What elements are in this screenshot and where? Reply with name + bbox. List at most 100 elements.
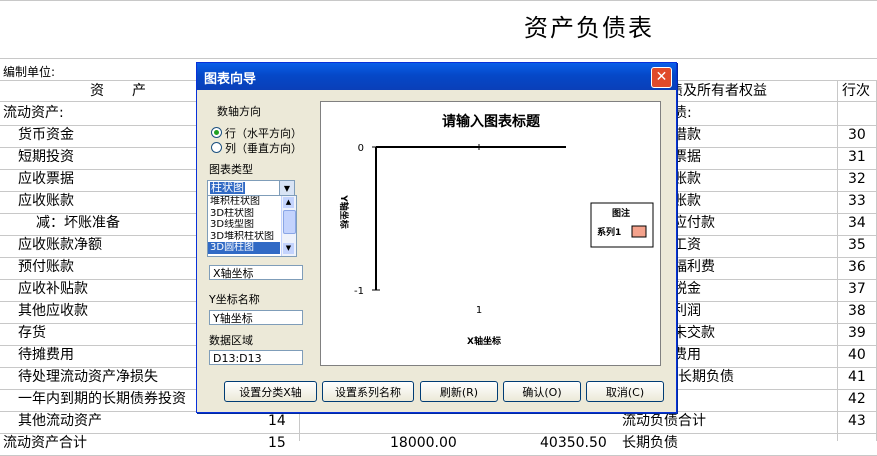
right-row-number: 38 bbox=[848, 303, 866, 319]
legend-swatch bbox=[631, 225, 647, 238]
right-row-label[interactable]: 应付款 bbox=[673, 213, 715, 233]
ok-button[interactable]: 确认(O) bbox=[503, 381, 581, 402]
chart-type-list[interactable]: 堆积柱状图 3D柱状图 3D线型图 3D堆积柱状图 3D圆柱图 ▲ ▼ bbox=[207, 195, 297, 257]
chart-type-label: 图表类型 bbox=[209, 163, 253, 176]
radio-column[interactable]: 列（垂直方向） bbox=[211, 140, 302, 156]
chart-type-option[interactable]: 堆积柱状图 bbox=[208, 196, 280, 208]
right-row-number: 41 bbox=[848, 369, 866, 385]
left-row-label[interactable]: 减：坏账准备 bbox=[36, 213, 120, 233]
right-row-label[interactable]: 借款 bbox=[673, 125, 701, 145]
right-row-label[interactable]: 账款 bbox=[673, 169, 701, 189]
right-row-number: 31 bbox=[848, 149, 866, 165]
cancel-button[interactable]: 取消(C) bbox=[586, 381, 664, 402]
close-button[interactable]: ✕ bbox=[651, 67, 672, 88]
scroll-thumb[interactable] bbox=[283, 210, 296, 234]
chart-title: 请输入图表标题 bbox=[442, 113, 541, 130]
y-tick-label: 0 bbox=[358, 143, 364, 154]
right-row-label[interactable]: 利润 bbox=[673, 301, 701, 321]
x-axis-title: X轴坐标 bbox=[467, 335, 501, 347]
right-row-label[interactable]: 长期负债 bbox=[622, 433, 678, 453]
legend-title: 图注 bbox=[612, 207, 630, 219]
sheet-cell-value[interactable]: 15 bbox=[268, 433, 286, 453]
chart-type-option[interactable]: 3D柱状图 bbox=[208, 208, 280, 220]
chart-type-value: 柱状图 bbox=[210, 181, 245, 194]
left-row-label[interactable]: 预付账款 bbox=[18, 257, 74, 277]
y-axis-name-label: Y坐标名称 bbox=[209, 293, 260, 306]
y-axis-title: Y轴坐标 bbox=[338, 194, 350, 229]
right-row-number: 42 bbox=[848, 391, 866, 407]
list-scrollbar[interactable]: ▲ ▼ bbox=[281, 196, 296, 256]
left-row-label[interactable]: 应收账款净额 bbox=[18, 235, 102, 255]
right-row-label[interactable]: 税金 bbox=[673, 279, 701, 299]
grid-line bbox=[0, 0, 877, 1]
y-tick-label: -1 bbox=[354, 286, 364, 297]
right-row-number: 34 bbox=[848, 215, 866, 231]
x-tick-label: 1 bbox=[476, 305, 482, 316]
right-row-label[interactable]: 账款 bbox=[673, 191, 701, 211]
chart-type-option[interactable]: 3D圆柱图 bbox=[208, 242, 280, 254]
close-icon: ✕ bbox=[655, 69, 668, 85]
right-row-number: 37 bbox=[848, 281, 866, 297]
chart-preview: 请输入图表标题 0 -1 1 X轴坐标 Y轴坐标 图注系列1 bbox=[320, 101, 661, 366]
left-row-label[interactable]: 货币资金 bbox=[18, 125, 74, 145]
chevron-down-icon[interactable]: ▼ bbox=[279, 181, 294, 196]
chart-svg: 请输入图表标题 0 -1 1 X轴坐标 Y轴坐标 图注系列1 bbox=[338, 113, 654, 347]
scroll-down-icon[interactable]: ▼ bbox=[283, 243, 294, 254]
right-row-number: 35 bbox=[848, 237, 866, 253]
right-row-number: 30 bbox=[848, 127, 866, 143]
radio-selected-icon bbox=[211, 127, 222, 138]
left-row-label[interactable]: 其他流动资产 bbox=[18, 411, 102, 431]
left-column-header: 资 产 bbox=[90, 83, 146, 99]
left-row-label[interactable]: 待处理流动资产净损失 bbox=[18, 367, 158, 387]
y-axis-name-input[interactable]: Y轴坐标 bbox=[209, 310, 303, 325]
left-row-label[interactable]: 应收补贴款 bbox=[18, 279, 88, 299]
radio-row-label: 行（水平方向） bbox=[225, 127, 302, 140]
left-row-label[interactable]: 流动资产: bbox=[3, 103, 64, 123]
right-row-number: 40 bbox=[848, 347, 866, 363]
right-row-label[interactable]: 工资 bbox=[673, 235, 701, 255]
right-row-label[interactable]: 未交款 bbox=[673, 323, 715, 343]
grid-line bbox=[0, 58, 877, 59]
radio-row[interactable]: 行（水平方向） bbox=[211, 125, 302, 141]
left-row-label[interactable]: 其他应收款 bbox=[18, 301, 88, 321]
dialog-titlebar[interactable]: 图表向导 ✕ bbox=[197, 63, 676, 90]
legend-series-label: 系列1 bbox=[597, 226, 621, 238]
chart-wizard-dialog: 图表向导 ✕ 数轴方向 行（水平方向） 列（垂直方向） 图表类型 柱状图 ▼ 堆… bbox=[196, 62, 677, 413]
rownum-column-header: 行次 bbox=[842, 83, 870, 99]
right-row-label[interactable]: 福利费 bbox=[673, 257, 715, 277]
set-series-name-button[interactable]: 设置系列名称 bbox=[322, 381, 414, 402]
right-row-label[interactable]: 费用 bbox=[673, 345, 701, 365]
dialog-title: 图表向导 bbox=[204, 72, 257, 87]
data-range-input[interactable]: D13:D13 bbox=[209, 350, 303, 365]
left-row-label[interactable]: 应收账款 bbox=[18, 191, 74, 211]
unit-label: 编制单位: bbox=[3, 65, 56, 79]
radio-column-label: 列（垂直方向） bbox=[225, 142, 302, 155]
right-row-number: 33 bbox=[848, 193, 866, 209]
set-x-axis-button[interactable]: 设置分类X轴 bbox=[224, 381, 317, 402]
chart-type-option[interactable]: 3D堆积柱状图 bbox=[208, 231, 280, 243]
left-row-label[interactable]: 应收票据 bbox=[18, 169, 74, 189]
right-row-number: 39 bbox=[848, 325, 866, 341]
refresh-button[interactable]: 刷新(R) bbox=[420, 381, 498, 402]
left-row-label[interactable]: 存货 bbox=[18, 323, 46, 343]
left-row-label[interactable]: 短期投资 bbox=[18, 147, 74, 167]
right-row-number: 36 bbox=[848, 259, 866, 275]
sheet-cell-value[interactable]: 18000.00 bbox=[390, 433, 457, 453]
right-row-label[interactable]: 流动负债合计 bbox=[622, 411, 706, 431]
right-row-label[interactable]: 票据 bbox=[673, 147, 701, 167]
grid-line bbox=[837, 80, 838, 441]
left-row-label[interactable]: 一年内到期的长期债券投资 bbox=[18, 389, 186, 409]
chart-type-option[interactable]: 3D线型图 bbox=[208, 219, 280, 231]
radio-unselected-icon bbox=[211, 142, 222, 153]
sheet-title: 资产负债表 bbox=[524, 14, 654, 42]
sheet-cell-value[interactable]: 40350.50 bbox=[540, 433, 607, 453]
sheet-cell-value[interactable]: 14 bbox=[268, 411, 286, 431]
x-axis-name-input[interactable]: X轴坐标 bbox=[209, 265, 303, 280]
scroll-up-icon[interactable]: ▲ bbox=[283, 197, 294, 208]
left-row-label[interactable]: 待摊费用 bbox=[18, 345, 74, 365]
right-row-number: 32 bbox=[848, 171, 866, 187]
data-range-label: 数据区域 bbox=[209, 334, 253, 347]
axis-direction-label: 数轴方向 bbox=[217, 105, 261, 118]
left-row-label[interactable]: 流动资产合计 bbox=[3, 433, 87, 453]
right-row-number: 43 bbox=[848, 413, 866, 429]
